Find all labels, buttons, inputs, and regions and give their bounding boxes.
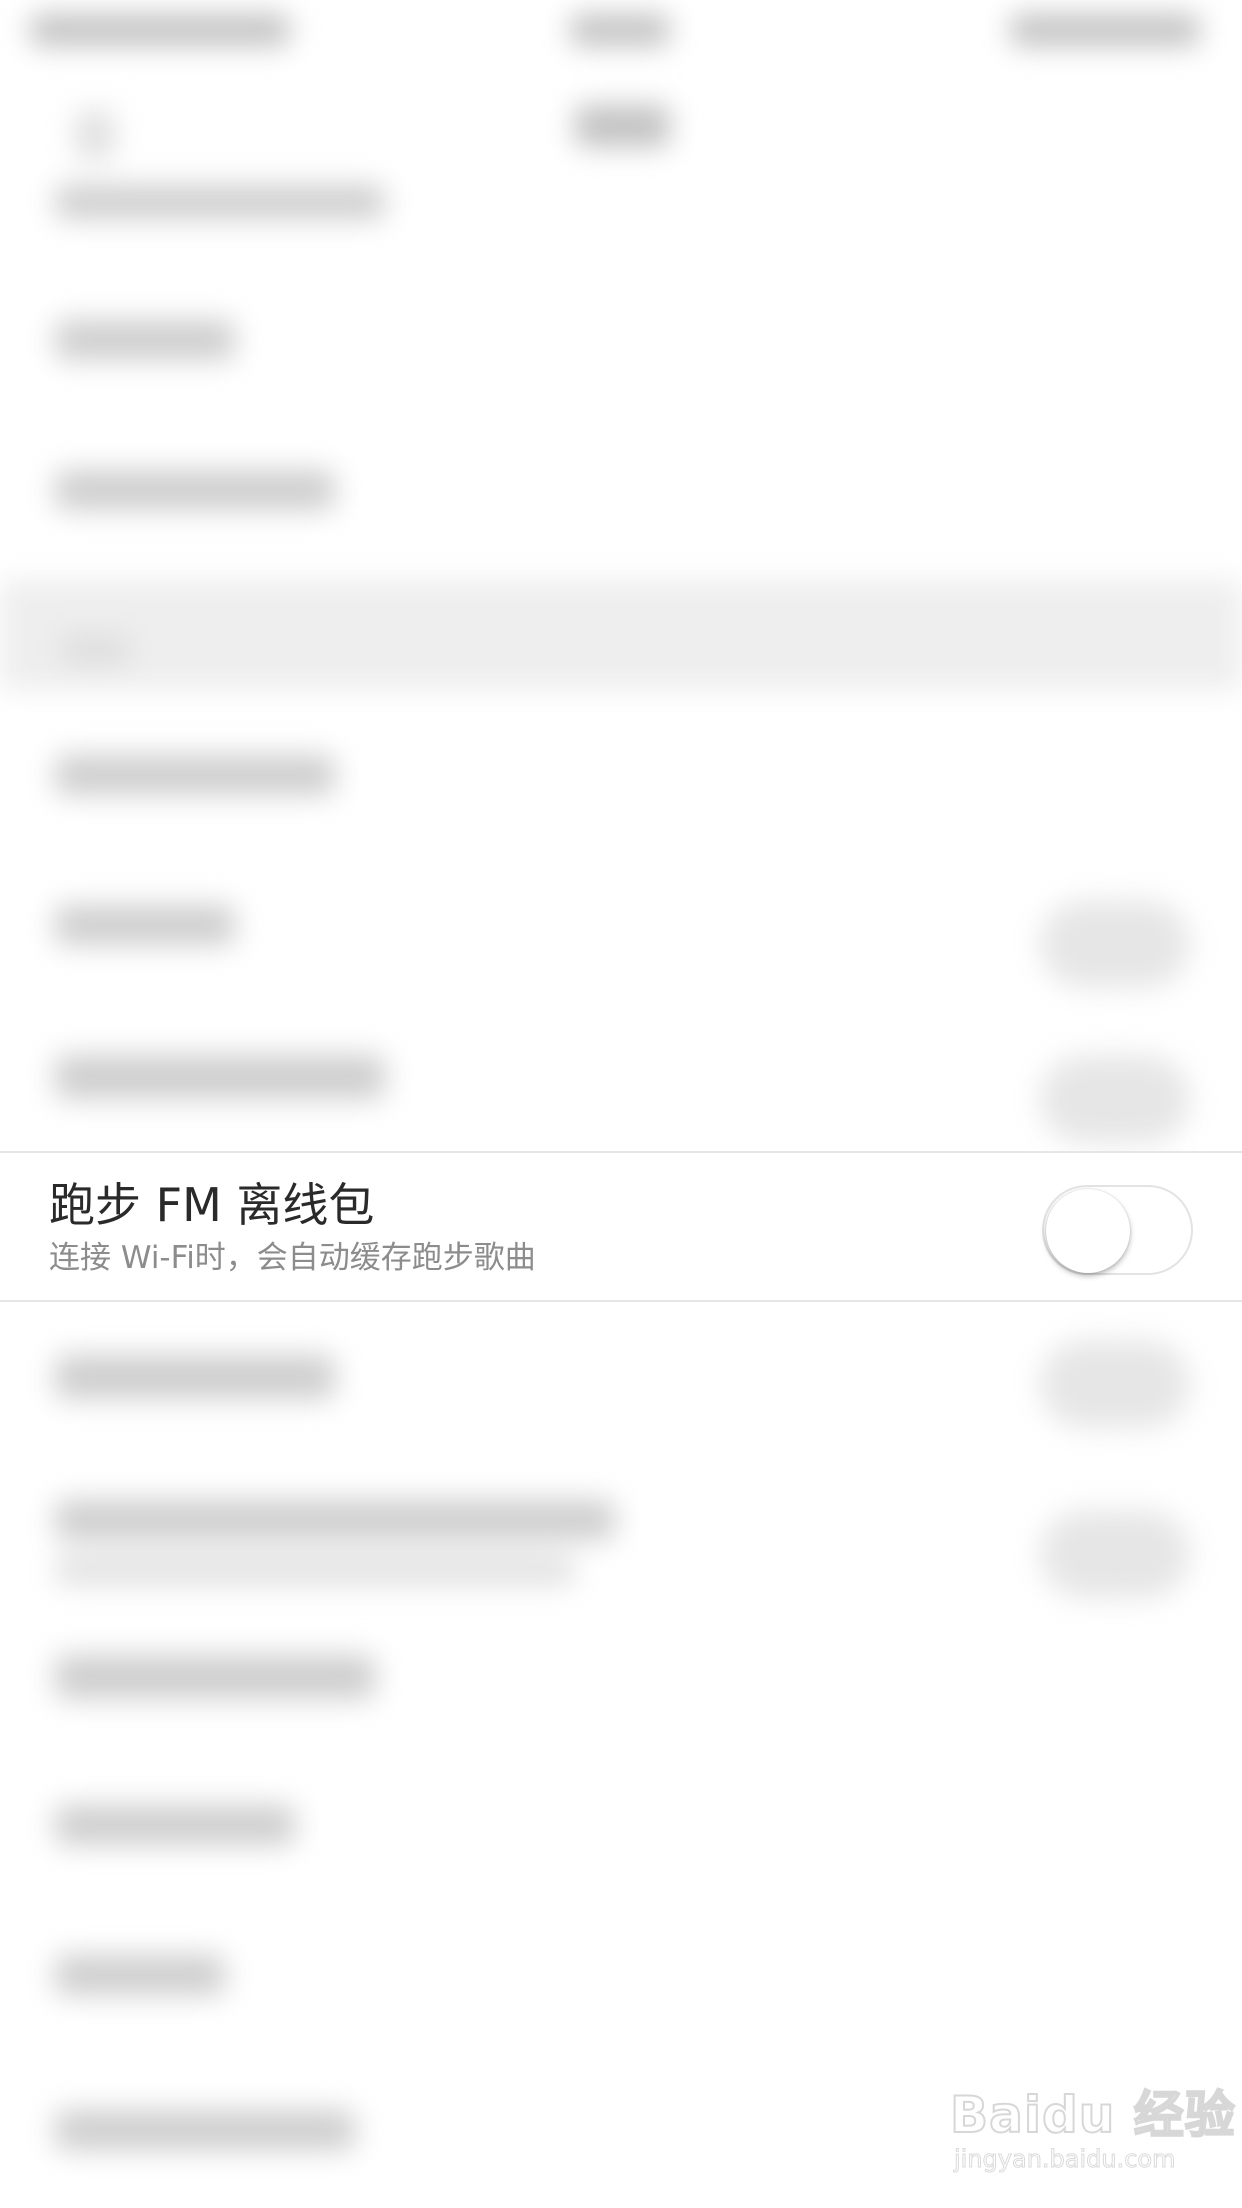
setting-row-running-fm-offline: 跑步 FM 离线包 连接 Wi-Fi时，会自动缓存跑步歌曲 xyxy=(0,1151,1242,1302)
offline-package-toggle[interactable] xyxy=(1042,1185,1193,1275)
settings-screen: 跑步 FM 离线包 连接 Wi-Fi时，会自动缓存跑步歌曲 Baidu 经验 j… xyxy=(0,0,1242,2208)
watermark-brand: Baidu 经验 xyxy=(949,2085,1236,2145)
toggle-knob xyxy=(1046,1189,1130,1273)
watermark-url: jingyan.baidu.com xyxy=(953,2145,1176,2174)
setting-row-title: 跑步 FM 离线包 xyxy=(49,1178,375,1232)
blurred-background xyxy=(0,0,1242,2208)
setting-row-subtitle: 连接 Wi-Fi时，会自动缓存跑步歌曲 xyxy=(49,1240,536,1276)
watermark-logo: Baidu 经验 jingyan.baidu.com xyxy=(949,2075,1236,2185)
